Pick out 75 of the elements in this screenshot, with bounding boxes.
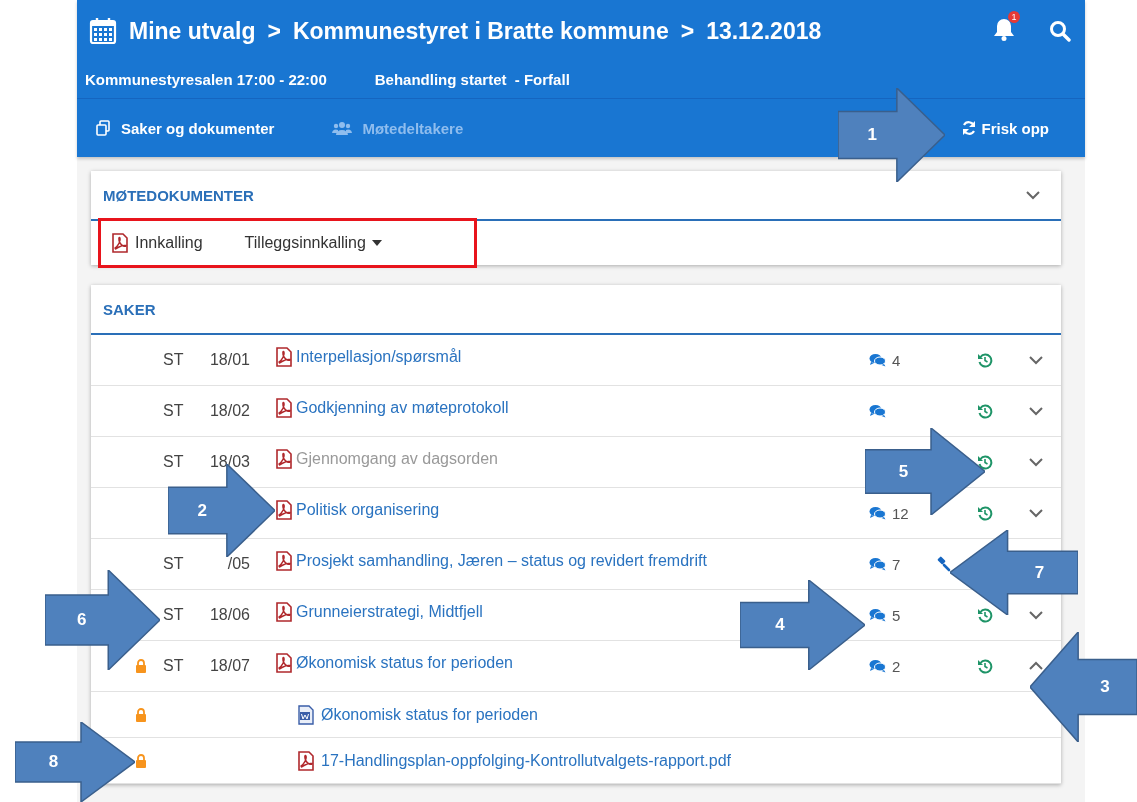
history-icon[interactable] — [977, 607, 993, 623]
case-title-link[interactable]: Prosjekt samhandling, Jæren – status og revidert fremdrift — [296, 552, 707, 570]
pdf-icon — [111, 233, 129, 253]
callout-number: 1 — [867, 125, 877, 145]
refresh-button[interactable]: Frisk opp — [955, 118, 1055, 138]
callout-number: 5 — [898, 461, 909, 482]
search-icon[interactable] — [1049, 20, 1071, 42]
case-type: ST — [163, 351, 184, 368]
case-number: /05 — [227, 555, 250, 572]
chevron-down-icon[interactable] — [1025, 190, 1041, 200]
case-number: 18/06 — [209, 606, 250, 623]
calendar-icon — [89, 17, 117, 45]
case-number: 18/07 — [209, 657, 250, 674]
comment-count: 2 — [892, 657, 901, 675]
history-icon[interactable] — [977, 505, 993, 521]
comment-count: 7 — [892, 555, 901, 573]
history-icon[interactable] — [977, 658, 993, 674]
breadcrumb-text: > — [267, 17, 281, 45]
section-title: SAKER — [103, 300, 157, 318]
callout-number: 7 — [1034, 562, 1045, 583]
case-number: 18/01 — [209, 351, 250, 368]
pdf-icon — [275, 653, 293, 673]
pdf-icon — [275, 449, 293, 469]
attachment-link[interactable]: Økonomisk status for perioden — [321, 705, 538, 724]
callout-number: 3 — [1100, 677, 1110, 697]
people-icon — [332, 120, 353, 136]
documents-icon — [95, 120, 111, 136]
breadcrumb-text: Mine utvalg — [129, 17, 256, 45]
case-title-link[interactable]: Økonomisk status for perioden — [296, 654, 513, 672]
case-type: ST — [163, 453, 184, 470]
chevron-down-icon[interactable] — [1028, 355, 1044, 365]
callout-number: 6 — [77, 610, 87, 630]
word-document-icon — [297, 704, 315, 725]
section-title: MØTEDOKUMENTER — [103, 186, 255, 204]
history-icon[interactable] — [977, 403, 993, 419]
pdf-icon — [275, 500, 293, 520]
case-title-link[interactable]: Interpellasjon/spørsmål — [296, 348, 462, 366]
callout-number: 8 — [48, 752, 59, 772]
caret-icon — [371, 240, 382, 246]
chevron-down-icon[interactable] — [1028, 406, 1044, 416]
chevron-down-icon[interactable] — [1028, 610, 1044, 620]
pdf-icon — [275, 347, 293, 367]
pdf-icon — [275, 602, 293, 622]
case-type: ST — [163, 657, 184, 674]
comment-count: 5 — [892, 606, 901, 624]
comment-count: 12 — [892, 504, 909, 522]
case-title-link[interactable]: Godkjenning av møteprotokoll — [296, 399, 509, 417]
case-type: ST — [163, 402, 184, 419]
document-link[interactable]: Innkalling — [111, 233, 203, 253]
meeting-info-text: Behandling startet - Forfall — [374, 71, 570, 88]
attachment-link[interactable]: 17-Handlingsplan-oppfolging-Kontrollutvalgets-rapport.pdf — [321, 751, 732, 770]
gavel-icon[interactable] — [935, 556, 951, 572]
pdf-icon — [275, 398, 293, 418]
refresh-icon — [961, 120, 978, 136]
pdf-icon — [297, 750, 315, 771]
case-type: ST — [163, 606, 184, 623]
meeting-info-text: Kommunestyresalen 17:00 - 22:00 — [85, 71, 327, 88]
chevron-up-icon[interactable] — [1028, 661, 1044, 671]
pdf-icon — [275, 551, 293, 571]
comment-count: 4 — [892, 351, 901, 369]
case-type: ST — [163, 555, 184, 572]
document-dropdown[interactable]: Tilleggsinnkalling — [244, 234, 382, 252]
case-number: 18/03 — [209, 453, 250, 470]
chevron-down-icon[interactable] — [1028, 508, 1044, 518]
history-icon[interactable] — [977, 352, 993, 368]
callout-number: 4 — [775, 615, 785, 635]
breadcrumb-text: Kommunestyret i Bratte kommune — [292, 17, 669, 45]
breadcrumb-text: 13.12.2018 — [706, 17, 822, 45]
case-title-link[interactable]: Grunneierstrategi, Midtfjell — [296, 603, 483, 621]
notification-badge: 1 — [1008, 11, 1020, 23]
breadcrumb-text: > — [680, 17, 695, 45]
case-number: 18/02 — [209, 402, 250, 419]
nav-tab[interactable]: Saker og dokumenter — [95, 119, 275, 137]
callout-number: 2 — [197, 500, 207, 521]
case-title-link[interactable]: Politisk organisering — [296, 501, 440, 519]
